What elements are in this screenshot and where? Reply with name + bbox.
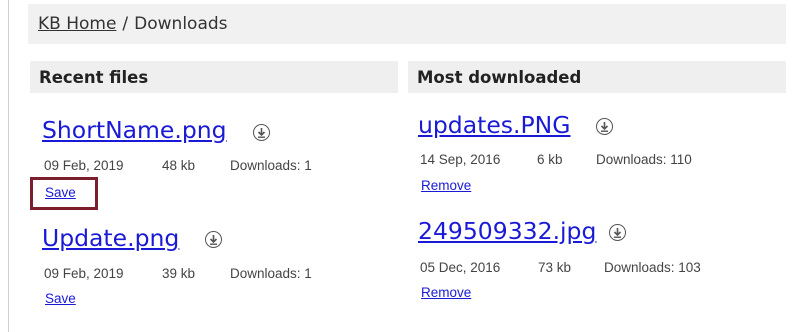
file-link-249509332[interactable]: 249509332.jpg xyxy=(418,219,596,244)
remove-button[interactable]: Remove xyxy=(421,179,471,193)
left-divider xyxy=(8,0,9,332)
file-link-updates[interactable]: updates.PNG xyxy=(418,113,570,138)
file-date: 05 Dec, 2016 xyxy=(420,260,501,275)
file-date: 14 Sep, 2016 xyxy=(420,152,501,167)
file-downloads: Downloads: 103 xyxy=(604,260,701,275)
download-icon[interactable] xyxy=(253,124,270,141)
file-size: 73 kb xyxy=(538,260,572,275)
file-downloads: Downloads: 1 xyxy=(230,158,312,173)
file-size: 6 kb xyxy=(537,152,563,167)
breadcrumb-current: Downloads xyxy=(134,14,228,34)
breadcrumb-home-link[interactable]: KB Home xyxy=(38,14,116,34)
download-icon[interactable] xyxy=(205,231,222,248)
file-downloads: Downloads: 1 xyxy=(230,266,312,281)
file-link-update[interactable]: Update.png xyxy=(42,226,179,251)
file-size: 48 kb xyxy=(162,158,196,173)
save-button[interactable]: Save xyxy=(45,292,76,306)
recent-files-header: Recent files xyxy=(30,61,398,93)
breadcrumb: KB Home / Downloads xyxy=(28,4,786,44)
download-icon[interactable] xyxy=(596,118,613,135)
file-link-shortname[interactable]: ShortName.png xyxy=(42,118,227,143)
file-date: 09 Feb, 2019 xyxy=(44,266,124,281)
breadcrumb-separator: / xyxy=(122,14,129,34)
download-icon[interactable] xyxy=(609,224,626,241)
file-downloads: Downloads: 110 xyxy=(596,152,692,167)
most-downloaded-header: Most downloaded xyxy=(408,61,786,93)
file-date: 09 Feb, 2019 xyxy=(44,158,124,173)
remove-button[interactable]: Remove xyxy=(421,286,471,300)
file-size: 39 kb xyxy=(162,266,196,281)
highlight-box xyxy=(30,177,98,210)
